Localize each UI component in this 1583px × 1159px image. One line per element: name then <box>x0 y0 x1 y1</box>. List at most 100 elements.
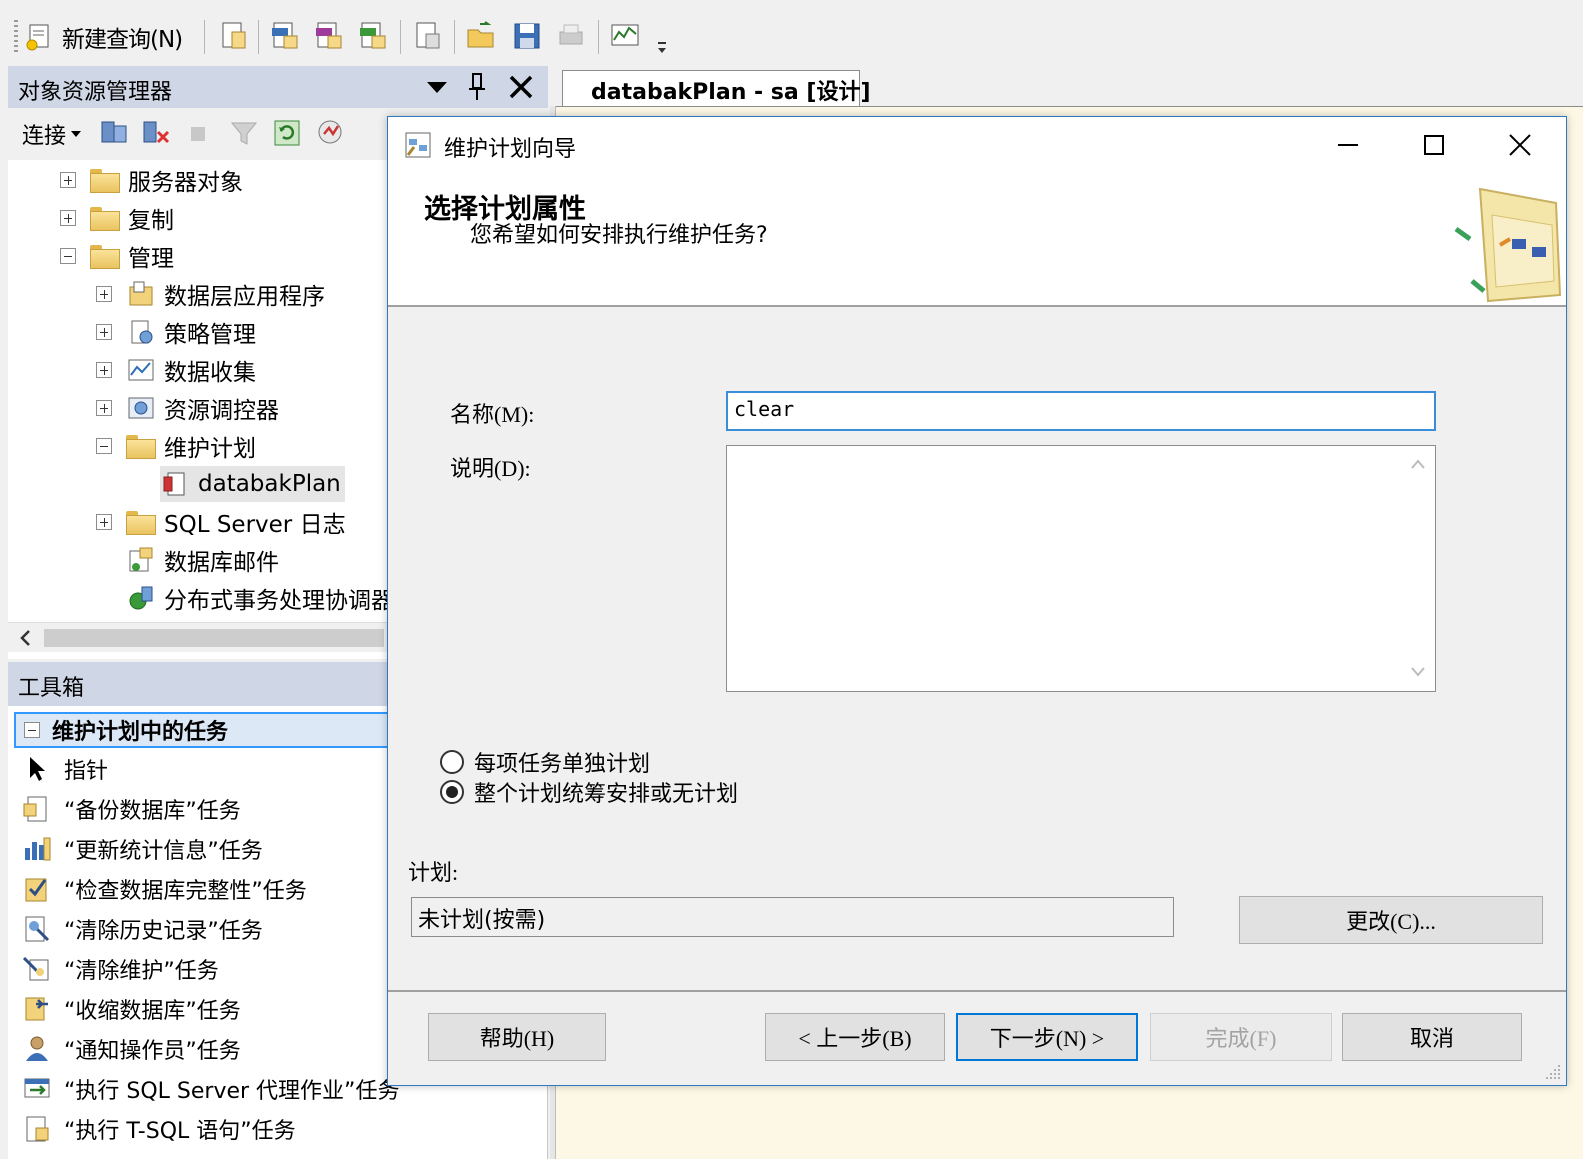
activity-monitor-icon[interactable] <box>610 20 640 52</box>
tree-node-dtc[interactable]: 分布式事务处理协调器 <box>126 580 394 616</box>
tree-node-label: 数据层应用程序 <box>164 284 325 310</box>
radio-single-schedule[interactable]: 整个计划统筹安排或无计划 <box>440 777 738 807</box>
folder-icon <box>126 435 156 459</box>
open-file-icon[interactable] <box>466 20 496 52</box>
filter-icon[interactable] <box>230 120 258 148</box>
toolbox-item-notify-operator[interactable]: “通知操作员”任务 <box>22 1030 241 1068</box>
connect-dropdown[interactable]: 连接 <box>22 118 82 150</box>
expand-icon[interactable] <box>96 514 112 530</box>
tree-node-data-tier-apps[interactable]: 数据层应用程序 <box>96 276 325 312</box>
tree-node-replication[interactable]: 复制 <box>60 200 174 236</box>
toolbox-item-check-integrity[interactable]: “检查数据库完整性”任务 <box>22 870 307 908</box>
policy-icon <box>131 320 153 344</box>
toolbox-item-backup[interactable]: “备份数据库”任务 <box>22 790 241 828</box>
disconnect-server-icon[interactable] <box>140 118 172 148</box>
print-icon[interactable] <box>556 20 586 52</box>
tree-node-policy-management[interactable]: 策略管理 <box>96 314 256 350</box>
mdx-query-icon[interactable] <box>270 20 300 52</box>
toolbox-item-agent-job[interactable]: “执行 SQL Server 代理作业”任务 <box>22 1070 399 1108</box>
change-schedule-button[interactable]: 更改(C)... <box>1239 896 1543 944</box>
toolbar-overflow-icon[interactable] <box>656 40 668 58</box>
integrity-icon <box>25 878 47 902</box>
dmx-query-icon[interactable] <box>314 20 344 52</box>
toolbox-item-shrink-database[interactable]: “收缩数据库”任务 <box>22 990 241 1028</box>
new-file-icon[interactable] <box>218 20 248 52</box>
maintenance-plan-icon <box>163 472 185 496</box>
pin-icon[interactable] <box>466 72 488 102</box>
tree-node-maintenance-plans[interactable]: 维护计划 <box>96 428 256 464</box>
tree-node-resource-governor[interactable]: 资源调控器 <box>96 390 279 426</box>
xmla-query-icon[interactable] <box>358 20 388 52</box>
tree-node-databakplan[interactable]: databakPlan <box>160 466 345 502</box>
minimize-button[interactable] <box>1318 123 1378 167</box>
tree-node-server-objects[interactable]: 服务器对象 <box>60 162 243 198</box>
radio-button[interactable] <box>440 780 464 804</box>
maximize-button[interactable] <box>1404 123 1464 167</box>
tree-node-management[interactable]: 管理 <box>60 238 174 274</box>
resize-grip-icon[interactable] <box>1544 1063 1562 1081</box>
refresh-icon[interactable] <box>272 118 302 148</box>
toolbar-separator <box>258 20 259 54</box>
expand-icon[interactable] <box>60 172 76 188</box>
tree-node-data-collection[interactable]: 数据收集 <box>96 352 256 388</box>
toolbox-item-label: “备份数据库”任务 <box>64 799 241 824</box>
toolbox-item-tsql[interactable]: “执行 T-SQL 语句”任务 <box>22 1110 296 1148</box>
scroll-down-icon[interactable] <box>1410 666 1426 678</box>
scrollbar-thumb[interactable] <box>44 629 384 647</box>
help-button[interactable]: 帮助(H) <box>428 1013 606 1061</box>
back-button[interactable]: < 上一步(B) <box>765 1013 945 1061</box>
stop-icon[interactable] <box>188 124 208 144</box>
schedule-display: 未计划(按需) <box>411 897 1174 937</box>
dialog-titlebar[interactable]: 维护计划向导 <box>388 117 1566 173</box>
tree-node-sql-server-logs[interactable]: SQL Server 日志 <box>96 504 346 540</box>
radio-separate-schedules[interactable]: 每项任务单独计划 <box>440 747 650 777</box>
next-button[interactable]: 下一步(N) > <box>956 1013 1138 1061</box>
expand-icon[interactable] <box>60 210 76 226</box>
toolbox-item-history-cleanup[interactable]: “清除历史记录”任务 <box>22 910 263 948</box>
close-icon <box>1509 134 1531 156</box>
toolbar-grip[interactable] <box>14 20 18 54</box>
tree-node-database-mail[interactable]: 数据库邮件 <box>126 542 279 578</box>
window-position-dropdown-icon[interactable] <box>426 80 448 94</box>
toolbox-item-label: “检查数据库完整性”任务 <box>64 879 307 904</box>
expand-icon[interactable] <box>96 400 112 416</box>
toolbox-item-maintenance-cleanup[interactable]: “清除维护”任务 <box>22 950 219 988</box>
radio-label: 整个计划统筹安排或无计划 <box>474 782 739 807</box>
expand-icon[interactable] <box>96 324 112 340</box>
toolbar-separator <box>598 20 599 54</box>
close-button[interactable] <box>1490 123 1550 167</box>
maintenance-plan-wizard-dialog: 维护计划向导 选择计划属性 您希望如何安排执行维护任务? 名称(M): clea… <box>387 116 1567 1086</box>
connect-label: 连接 <box>22 124 67 149</box>
radio-button[interactable] <box>440 750 464 774</box>
plan-name-input[interactable]: clear <box>726 391 1436 431</box>
description-textarea[interactable] <box>726 445 1436 692</box>
document-tab[interactable]: databakPlan - sa [设计] <box>562 70 871 108</box>
save-icon[interactable] <box>512 20 542 52</box>
connect-server-icon[interactable] <box>98 118 130 148</box>
toolbox-item-pointer[interactable]: 指针 <box>22 750 108 788</box>
activity-monitor-icon[interactable] <box>316 116 348 148</box>
notify-operator-icon <box>26 1036 48 1061</box>
finish-button: 完成(F) <box>1150 1013 1332 1061</box>
scroll-up-icon[interactable] <box>1410 458 1426 470</box>
new-item-icon[interactable] <box>412 20 442 52</box>
description-scrollbar[interactable] <box>1401 446 1435 691</box>
expand-icon[interactable] <box>96 362 112 378</box>
shrink-icon <box>25 997 48 1021</box>
cancel-button[interactable]: 取消 <box>1342 1013 1522 1061</box>
wizard-page-subtitle: 您希望如何安排执行维护任务? <box>470 223 768 248</box>
toolbox-item-update-statistics[interactable]: “更新统计信息”任务 <box>22 830 263 868</box>
tree-node-label: 数据收集 <box>164 360 256 386</box>
toolbar-separator <box>454 20 455 54</box>
footer-divider <box>388 990 1566 992</box>
dialog-title: 维护计划向导 <box>444 137 577 162</box>
pointer-icon <box>30 757 45 781</box>
expand-icon[interactable] <box>96 286 112 302</box>
new-query-button[interactable]: 新建查询(N) <box>24 18 200 56</box>
collapse-icon[interactable] <box>96 438 112 454</box>
close-icon[interactable] <box>508 74 534 100</box>
collapse-icon[interactable] <box>24 722 40 738</box>
collapse-icon[interactable] <box>60 248 76 264</box>
scroll-left-icon[interactable] <box>18 629 32 647</box>
tree-node-label: 服务器对象 <box>128 170 243 196</box>
